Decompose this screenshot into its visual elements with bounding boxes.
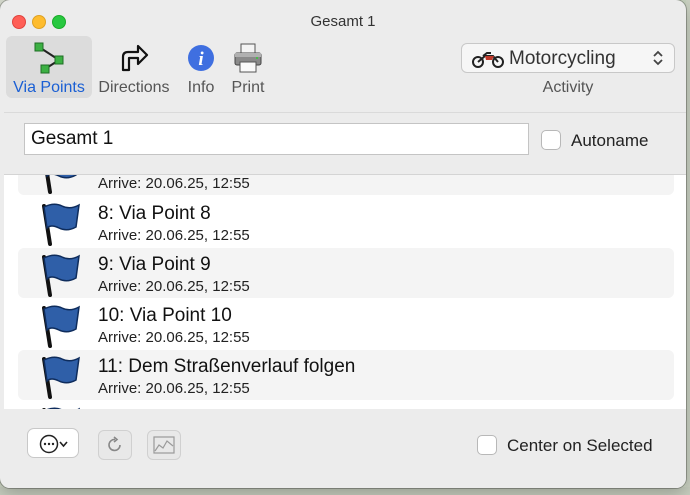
printer-icon	[234, 43, 262, 73]
via-point-title: 10: Via Point 10	[98, 305, 232, 326]
list-item[interactable]: 8: Via Point 8 Arrive: 20.06.25, 12:55	[18, 197, 674, 247]
via-point-title: 8: Via Point 8	[98, 203, 211, 224]
list-item[interactable]: 9: Via Point 9 Arrive: 20.06.25, 12:55	[18, 248, 674, 298]
print-label: Print	[231, 79, 265, 96]
via-points-label: Via Points	[13, 79, 85, 96]
elevation-profile-button[interactable]	[147, 430, 181, 460]
route-window: Gesamt 1 Via Points Directions i Info Pr…	[0, 0, 686, 488]
flag-icon	[42, 356, 80, 399]
info-label: Info	[187, 79, 215, 96]
via-point-arrival: Arrive: 20.06.25, 12:55	[98, 175, 250, 192]
autoname-checkbox[interactable]	[541, 130, 561, 150]
flag-icon	[42, 305, 80, 348]
chevron-up-down-icon	[653, 50, 663, 66]
refresh-icon	[108, 436, 121, 452]
directions-label: Directions	[98, 79, 170, 96]
ellipsis-circle-icon	[39, 434, 68, 454]
via-points-list[interactable]: Arrive: 20.06.25, 12:55 8: Via Point 8 A…	[4, 174, 686, 410]
directions-arrow-icon	[121, 44, 149, 72]
activity-value: Motorcycling	[509, 48, 616, 69]
center-on-selected-label: Center on Selected	[507, 436, 653, 455]
print-tab[interactable]: Print	[226, 36, 270, 98]
more-actions-button[interactable]	[27, 428, 79, 458]
svg-text:i: i	[198, 49, 204, 70]
flag-icon	[45, 175, 77, 194]
via-points-tab[interactable]: Via Points	[6, 36, 92, 98]
activity-select[interactable]: Motorcycling	[461, 43, 675, 73]
window-title: Gesamt 1	[310, 13, 376, 30]
via-point-arrival: Arrive: 20.06.25, 12:55	[98, 227, 250, 244]
flag-icon	[42, 203, 80, 246]
via-point-title: 11: Dem Straßenverlauf folgen	[98, 356, 356, 377]
center-on-selected-checkbox[interactable]	[477, 435, 497, 455]
autoname-label: Autoname	[571, 131, 649, 150]
elevation-chart-icon	[153, 436, 175, 454]
route-name-input[interactable]	[24, 123, 529, 155]
refresh-button[interactable]	[98, 430, 132, 460]
via-point-arrival: Arrive: 20.06.25, 12:55	[98, 380, 250, 397]
info-icon: i	[188, 45, 214, 71]
list-item[interactable]: 11: Dem Straßenverlauf folgen Arrive: 20…	[18, 350, 674, 400]
list-item[interactable]: 10: Via Point 10 Arrive: 20.06.25, 12:55	[18, 299, 674, 349]
via-point-arrival: Arrive: 20.06.25, 12:55	[98, 278, 250, 295]
via-point-title: 9: Via Point 9	[98, 254, 211, 275]
info-tab[interactable]: i Info	[180, 36, 222, 98]
via-points-icon	[34, 42, 64, 74]
map-background-right	[686, 0, 690, 495]
directions-tab[interactable]: Directions	[94, 36, 174, 98]
motorcycle-icon	[472, 52, 504, 68]
title-bar: Gesamt 1	[0, 0, 686, 30]
map-background-bottom	[0, 487, 690, 495]
list-item[interactable]: Arrive: 20.06.25, 12:55	[18, 175, 674, 195]
via-point-arrival: Arrive: 20.06.25, 12:55	[98, 329, 250, 346]
activity-caption: Activity	[542, 79, 594, 96]
flag-icon	[42, 254, 80, 297]
